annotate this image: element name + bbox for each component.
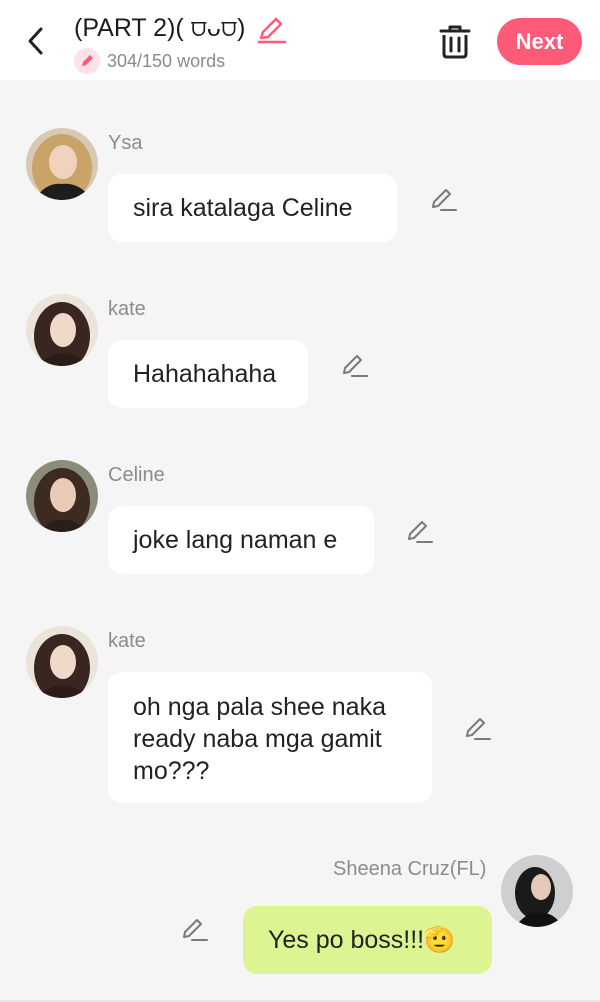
edit-message-pencil-icon[interactable] [429, 187, 457, 213]
avatar[interactable] [26, 626, 98, 698]
sender-name: Ysa [108, 132, 143, 154]
avatar[interactable] [501, 855, 573, 927]
title-edit-icon[interactable] [257, 16, 287, 44]
avatar[interactable] [26, 460, 98, 532]
word-count-pencil-icon [74, 48, 100, 74]
message-bubble[interactable]: Hahahahaha [108, 340, 308, 408]
sender-name: kate [108, 630, 146, 652]
sender-name: Sheena Cruz(FL) [333, 858, 487, 880]
message-bubble[interactable]: sira katalaga Celine [108, 174, 397, 242]
sender-name: Celine [108, 464, 165, 486]
back-icon[interactable] [22, 24, 52, 58]
avatar[interactable] [26, 294, 98, 366]
avatar[interactable] [26, 128, 98, 200]
page-title: (PART 2)( ⩌ᴗ⩌) [74, 14, 246, 42]
top-bar: (PART 2)( ⩌ᴗ⩌) 304/150 words Next [0, 0, 600, 80]
edit-message-pencil-icon[interactable] [340, 353, 368, 379]
message-bubble[interactable]: joke lang naman e [108, 506, 374, 574]
message-bubble[interactable]: Yes po boss!!!🫡 [243, 906, 492, 974]
trash-icon[interactable] [437, 22, 473, 60]
next-button[interactable]: Next [497, 18, 582, 65]
sender-name: kate [108, 298, 146, 320]
word-count: 304/150 words [107, 51, 226, 71]
edit-message-pencil-icon[interactable] [463, 716, 491, 742]
message-bubble[interactable]: oh nga pala shee naka ready naba mga gam… [108, 672, 432, 803]
edit-message-pencil-icon[interactable] [405, 519, 433, 545]
edit-message-pencil-icon[interactable] [180, 917, 208, 943]
